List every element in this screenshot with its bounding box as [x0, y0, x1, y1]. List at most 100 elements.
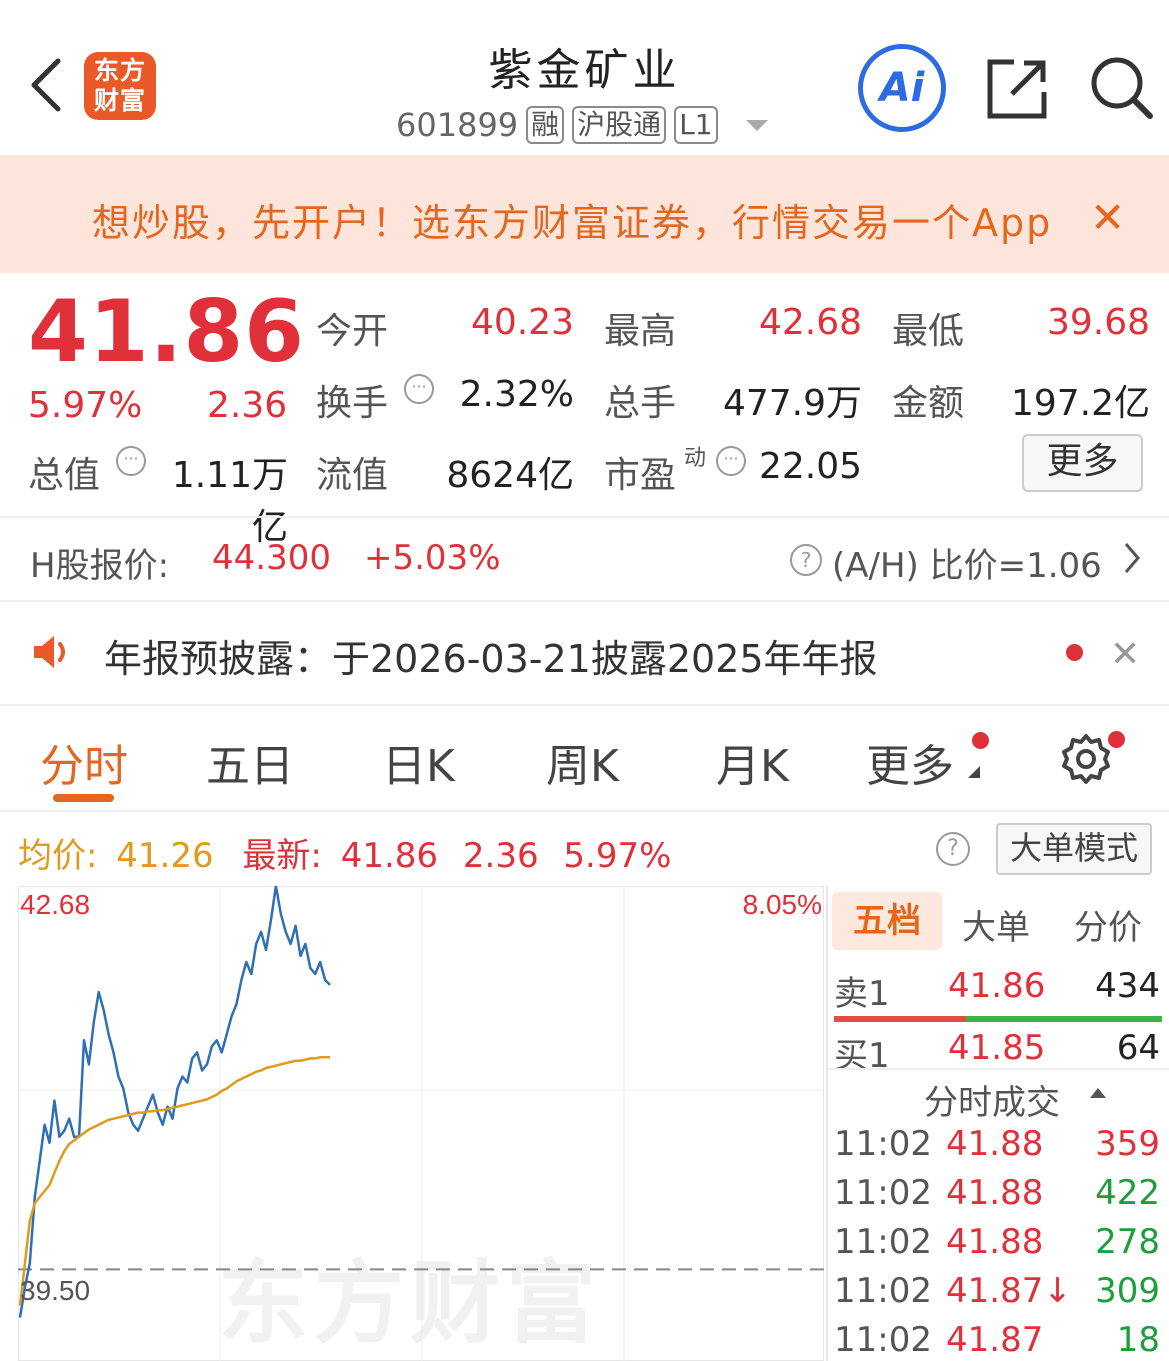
big-order-mode-button[interactable]: 大单模式 [996, 823, 1152, 875]
help-icon[interactable]: ? [790, 544, 822, 576]
ticks-title[interactable]: 分时成交 [924, 1075, 1060, 1124]
tick-volume: 309 [1095, 1271, 1160, 1311]
chart-summary: 均价: 41.26 最新: 41.86 2.36 5.97% [18, 828, 671, 877]
stock-code-row[interactable]: 601899 融 沪股通 L1 [396, 104, 768, 146]
y-top-label: 42.68 [20, 889, 90, 920]
open-value: 40.23 [470, 302, 574, 343]
hshare-pct: +5.03% [364, 538, 501, 578]
tab-big-orders[interactable]: 大单 [962, 900, 1030, 949]
tick-time: 11:02 [834, 1124, 932, 1164]
turnover-value: 2.32% [459, 374, 574, 415]
hshare-label: H股报价: [30, 546, 170, 586]
pe-label: 市盈 [604, 455, 677, 496]
ai-button[interactable]: Ai [858, 44, 946, 132]
active-tab-indicator [53, 794, 114, 802]
more-info-icon[interactable]: ··· [116, 446, 146, 476]
latest-change: 2.36 [462, 836, 539, 876]
stock-code: 601899 [396, 106, 519, 144]
connect-tag: 沪股通 [572, 106, 667, 144]
unread-dot [1066, 644, 1083, 661]
tab-five-day[interactable]: 五日 [206, 730, 294, 794]
chevron-down-icon[interactable] [745, 119, 768, 131]
change-amount: 2.36 [207, 385, 288, 426]
corner-triangle-icon [968, 766, 980, 778]
sell1-volume: 434 [1095, 966, 1160, 1006]
tick-price: 41.88 [946, 1222, 1044, 1262]
tick-time: 11:02 [834, 1320, 932, 1360]
tab-five-levels[interactable]: 五档 [832, 892, 942, 950]
intraday-chart[interactable]: 42.68 39.50 8.05% [18, 886, 824, 1361]
tick-time: 11:02 [834, 1271, 932, 1311]
tab-more[interactable]: 更多 [866, 730, 954, 794]
share-icon[interactable] [984, 56, 1050, 122]
tab-price-dist[interactable]: 分价 [1074, 900, 1142, 949]
sort-up-icon[interactable] [1090, 1088, 1106, 1098]
notice-text[interactable]: 年报预披露：于2026-03-21披露2025年年报 [104, 628, 878, 683]
new-badge-dot [1108, 731, 1125, 748]
tick-price: 41.87 [946, 1320, 1044, 1360]
tab-weekly-k[interactable]: 周K [546, 730, 619, 794]
open-label: 今开 [316, 311, 389, 352]
chevron-right-icon[interactable] [1122, 540, 1142, 576]
tick-price: 41.88 [946, 1124, 1044, 1164]
ah-ratio[interactable]: (A/H) 比价=1.06 [832, 538, 1102, 587]
tick-price: 41.88 [946, 1173, 1044, 1213]
divider [0, 516, 1169, 518]
latest-pct: 5.97% [563, 836, 672, 876]
high-label: 最高 [604, 311, 677, 352]
tick-volume: 278 [1095, 1222, 1160, 1262]
tab-monthly-k[interactable]: 月K [716, 730, 789, 794]
search-icon[interactable] [1088, 54, 1154, 120]
tab-daily-k[interactable]: 日K [382, 730, 455, 794]
y-bottom-label: 39.50 [20, 1275, 90, 1306]
volume-label: 总手 [604, 383, 677, 424]
tick-time: 11:02 [834, 1173, 932, 1213]
change-pct: 5.97% [28, 385, 143, 426]
amount-label: 金额 [892, 383, 965, 424]
settings-gear-icon[interactable] [1060, 733, 1112, 785]
float-value: 8624亿 [446, 455, 574, 496]
divider [0, 704, 1169, 706]
close-icon[interactable]: ✕ [1110, 634, 1140, 675]
tick-price: 41.87↓ [946, 1271, 1072, 1311]
latest-value: 41.86 [340, 836, 439, 876]
level-tag: L1 [674, 106, 718, 144]
tick-volume: 18 [1116, 1320, 1160, 1360]
pe-superscript: 动 [684, 446, 707, 471]
avg-label: 均价: [18, 836, 98, 876]
amount-value: 197.2亿 [1010, 383, 1150, 424]
more-info-icon[interactable]: ··· [404, 374, 434, 404]
sell1-label: 卖1 [834, 974, 890, 1014]
more-info-icon[interactable]: ··· [716, 446, 746, 476]
avg-price-line [18, 1055, 330, 1306]
tick-time: 11:02 [834, 1222, 932, 1262]
divider [0, 600, 1169, 602]
high-value: 42.68 [758, 302, 862, 343]
tab-intraday[interactable]: 分时 [40, 730, 128, 794]
buy-ratio-bar [966, 1016, 1162, 1022]
more-button[interactable]: 更多 [1022, 434, 1143, 492]
mktcap-label: 总值 [28, 455, 101, 496]
divider [0, 810, 1169, 812]
buy1-volume: 64 [1116, 1028, 1160, 1068]
buy1-price: 41.85 [948, 1028, 1046, 1068]
low-label: 最低 [892, 311, 965, 352]
mktcap-value: 1.11万亿 [171, 455, 288, 548]
low-value: 39.68 [1046, 302, 1150, 343]
divider [826, 1068, 1169, 1070]
margin-tag: 融 [526, 106, 565, 144]
pct-top-label: 8.05% [743, 889, 822, 920]
tick-volume: 359 [1095, 1124, 1160, 1164]
close-icon[interactable]: ✕ [1090, 193, 1125, 242]
float-label: 流值 [316, 455, 389, 496]
turnover-label: 换手 [316, 383, 389, 424]
tick-volume: 422 [1095, 1173, 1160, 1213]
sell-ratio-bar [834, 1016, 966, 1022]
hshare-price: 44.300 [212, 538, 331, 578]
help-icon[interactable]: ? [936, 832, 970, 866]
current-price: 41.86 [28, 282, 306, 382]
volume-value: 477.9万 [722, 383, 862, 424]
promo-text[interactable]: 想炒股，先开户！选东方财富证券，行情交易一个App [92, 192, 1052, 247]
new-badge-dot [972, 732, 989, 749]
chart-frame [18, 886, 824, 1361]
